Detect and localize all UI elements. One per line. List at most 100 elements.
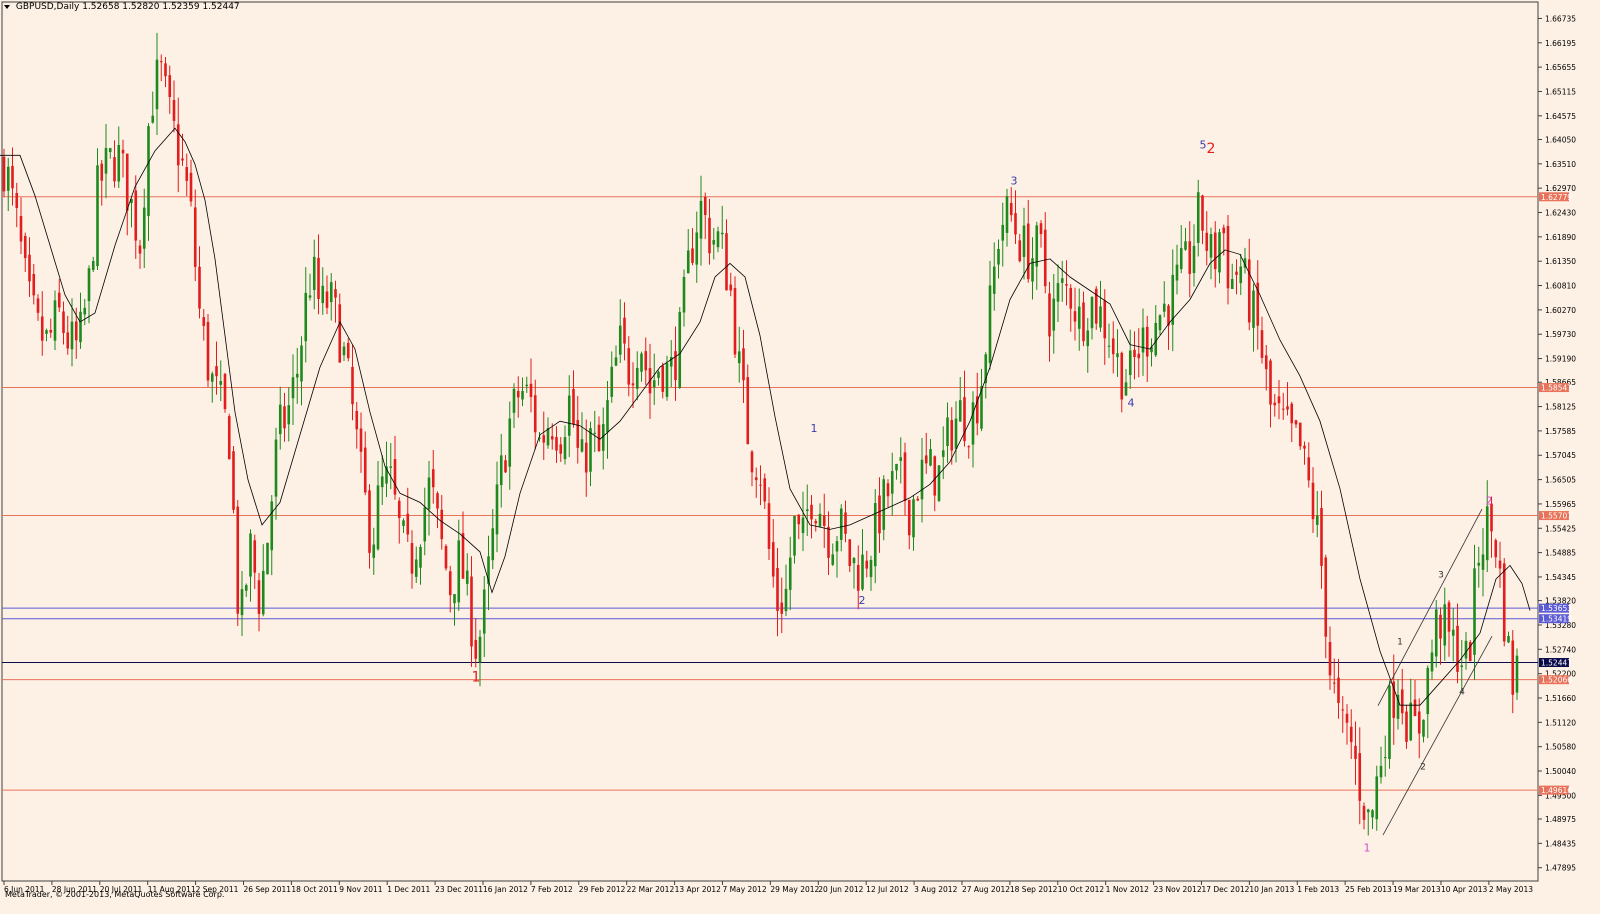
candle — [1184, 227, 1187, 251]
candle-body — [1345, 713, 1349, 723]
y-tick-label: 1.64575 — [1545, 112, 1576, 121]
candle-body — [576, 420, 580, 448]
candle-body — [363, 447, 367, 493]
candle-body — [584, 442, 588, 473]
candle — [1243, 247, 1247, 274]
candle-body — [1111, 338, 1115, 355]
candle — [355, 401, 359, 449]
candle-body — [108, 148, 112, 153]
price-chart-svg[interactable]: 12534121212341.667351.661951.656551.6511… — [0, 0, 1600, 914]
y-tick-label: 1.60270 — [1545, 306, 1576, 315]
candle — [712, 227, 716, 260]
candle — [818, 503, 822, 528]
candle — [873, 489, 877, 584]
candle — [1035, 221, 1039, 290]
candle-body — [695, 232, 699, 265]
candle — [495, 461, 499, 553]
candle-body — [159, 61, 163, 63]
candle-body — [750, 451, 754, 473]
x-tick-label: 1 Nov 2012 — [1106, 885, 1149, 894]
candle — [941, 426, 945, 480]
candle — [1468, 640, 1472, 662]
candle-body — [818, 513, 822, 527]
candle-body — [1175, 264, 1179, 281]
candle — [419, 544, 422, 585]
candle — [737, 326, 741, 383]
candle-body — [1065, 284, 1068, 286]
candle — [121, 139, 125, 178]
candle-body — [270, 501, 274, 551]
candle-body — [746, 377, 750, 445]
candle — [848, 539, 852, 572]
candle — [1256, 260, 1260, 350]
candle-body — [1226, 225, 1230, 289]
candle-body — [249, 533, 252, 577]
candle-body — [1014, 213, 1017, 235]
candle — [414, 546, 418, 583]
candle — [1073, 287, 1077, 341]
candle-body — [686, 250, 690, 274]
candle — [1473, 544, 1476, 680]
candle — [822, 493, 826, 549]
candle-body — [240, 589, 244, 616]
candle-body — [278, 404, 282, 435]
candle-body — [912, 499, 915, 538]
candle-body — [342, 346, 346, 356]
wave-label-7: 2 — [859, 594, 866, 607]
candle-body — [1439, 614, 1442, 639]
candle — [716, 226, 720, 253]
candle — [720, 205, 724, 249]
candle-body — [563, 437, 567, 460]
candle — [839, 504, 843, 552]
candle — [1120, 351, 1124, 413]
candle — [1052, 273, 1056, 354]
candle-body — [317, 257, 320, 299]
candle-body — [716, 231, 720, 248]
candle — [878, 477, 881, 553]
candle-body — [856, 564, 860, 591]
candle-body — [1485, 506, 1489, 561]
candle — [1320, 490, 1323, 589]
price-badge: 1.52066 — [1539, 675, 1572, 685]
candle — [563, 425, 567, 465]
candle — [980, 368, 983, 432]
x-tick-label: 20 Jun 2012 — [818, 885, 863, 894]
candle-body — [1116, 353, 1119, 358]
candle-body — [147, 126, 150, 217]
candle — [746, 364, 750, 445]
candle-body — [657, 371, 660, 378]
candle — [1014, 190, 1017, 244]
candle-body — [1124, 382, 1128, 396]
candle-body — [2, 156, 6, 192]
y-tick-label: 1.63510 — [1545, 160, 1576, 169]
candle — [1366, 808, 1370, 836]
candle-body — [810, 504, 813, 520]
candle-body — [66, 332, 70, 349]
candle-body — [1341, 709, 1345, 711]
candle — [1413, 680, 1417, 717]
candle-body — [627, 348, 631, 385]
candle — [1133, 331, 1136, 380]
x-tick-label: 17 Dec 2012 — [1201, 885, 1249, 894]
candle-body — [797, 514, 801, 525]
candle — [674, 326, 677, 401]
candle — [1430, 639, 1434, 680]
candle-body — [244, 585, 248, 591]
candle — [1345, 704, 1349, 745]
candle — [232, 446, 235, 514]
candle — [635, 351, 639, 401]
candle — [172, 80, 176, 133]
y-tick-label: 1.50040 — [1545, 767, 1576, 776]
candle — [907, 499, 911, 550]
candle-body — [100, 163, 104, 181]
candle-body — [321, 285, 325, 304]
candle-body — [1294, 420, 1298, 425]
candle — [57, 278, 61, 312]
candle — [903, 442, 907, 516]
candle — [193, 189, 197, 282]
candle-body — [79, 311, 82, 343]
candle-body — [555, 437, 558, 451]
candle — [997, 239, 1000, 279]
wave-label-3: 5 — [1200, 139, 1207, 152]
candle-body — [542, 435, 546, 443]
